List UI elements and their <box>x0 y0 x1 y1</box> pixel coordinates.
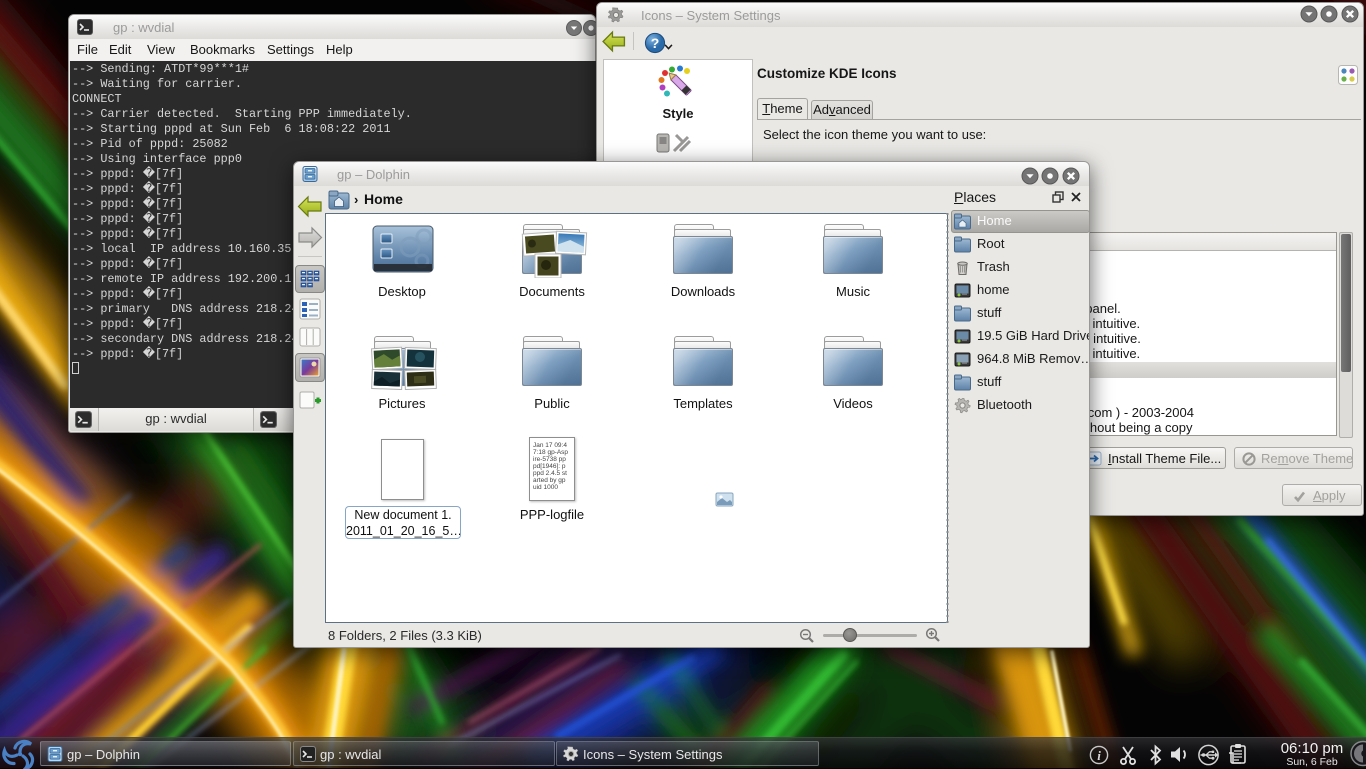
svg-text:?: ? <box>651 35 660 51</box>
svg-text:i: i <box>1097 748 1101 763</box>
